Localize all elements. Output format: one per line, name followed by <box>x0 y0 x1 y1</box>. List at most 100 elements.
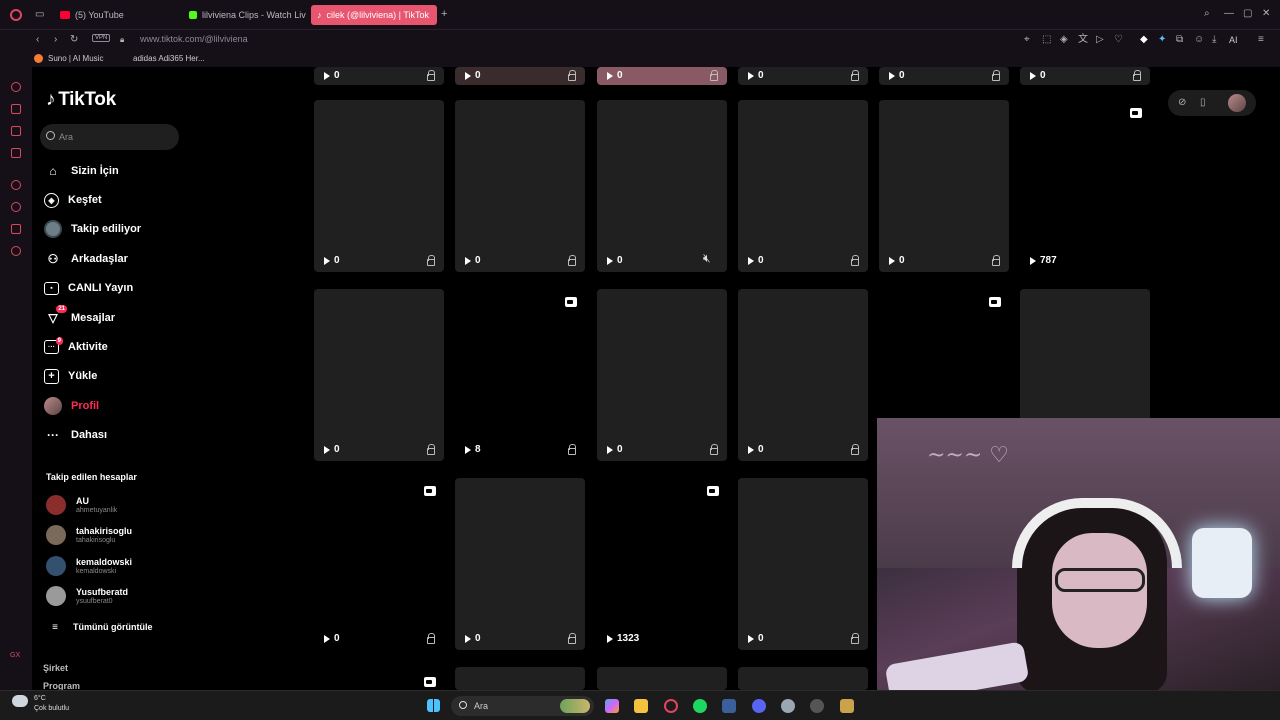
gx-label[interactable]: GX <box>10 652 20 659</box>
video-card[interactable]: 0 <box>879 100 1009 272</box>
video-card[interactable] <box>597 667 727 690</box>
menu-icon[interactable]: ≡ <box>1258 35 1264 45</box>
sidebar-settings-icon[interactable] <box>11 246 21 256</box>
nav-for-you[interactable]: ⌂ Sizin İçin <box>44 160 118 182</box>
video-card[interactable]: 0 🔇︎ <box>597 100 727 272</box>
tab-tiktok[interactable]: ♪ cilek (@lilviviena) | TikTok <box>311 5 437 25</box>
nav-friends[interactable]: ⚇ Arkadaşlar <box>44 248 128 270</box>
vpn-badge[interactable]: VPN <box>92 34 111 42</box>
sidebar-app-icon[interactable] <box>11 126 21 136</box>
video-card[interactable]: 787 <box>1020 100 1150 272</box>
play-icon[interactable]: ▷ <box>1096 35 1104 45</box>
compass-icon[interactable]: ⊘ <box>1178 98 1186 108</box>
download-icon[interactable]: ⤓ <box>1212 35 1216 45</box>
nav-explore[interactable]: ◈ Keşfet <box>44 189 102 211</box>
app-icon[interactable] <box>840 699 854 713</box>
video-card[interactable]: 0 <box>455 478 585 650</box>
video-card[interactable] <box>738 667 868 690</box>
heart-icon[interactable]: ♡ <box>1114 35 1123 45</box>
video-card[interactable]: 0 <box>597 289 727 461</box>
video-card[interactable]: 0 <box>597 67 727 85</box>
tiktok-logo[interactable]: ♪ TikTok <box>46 89 116 111</box>
video-card[interactable]: 0 <box>455 67 585 85</box>
video-card[interactable] <box>314 667 444 690</box>
video-card[interactable]: 0 <box>738 100 868 272</box>
nav-activity[interactable]: ··· 9 Aktivite <box>44 336 108 358</box>
opera-gx-icon[interactable] <box>664 699 678 713</box>
shield-icon[interactable]: ◈ <box>1060 35 1068 45</box>
account-icon[interactable]: ☺ <box>1194 35 1204 45</box>
bookmark-adidas[interactable]: adidas Adi365 Her... <box>133 54 205 63</box>
sidebar-cube-icon[interactable] <box>11 224 21 234</box>
following-account[interactable]: tahakirisoglu tahakirisoglu <box>46 523 132 547</box>
nav-live[interactable]: ▪ CANLI Yayın <box>44 277 133 299</box>
opera-logo-icon[interactable] <box>10 9 22 21</box>
video-card[interactable]: 0 <box>314 67 444 85</box>
spotify-icon[interactable] <box>693 699 707 713</box>
nav-profile[interactable]: Profil <box>44 395 99 417</box>
avatar[interactable] <box>1228 94 1246 112</box>
back-icon[interactable]: ‹ <box>36 35 39 45</box>
ai-button[interactable]: AI <box>1229 35 1238 45</box>
video-card[interactable]: 0 <box>1020 67 1150 85</box>
pin-icon[interactable]: ⌖ <box>1024 35 1030 45</box>
video-card[interactable] <box>455 667 585 690</box>
translate-icon[interactable]: 文 <box>1078 35 1088 45</box>
tab-kick[interactable]: lilviviena Clips - Watch Liv <box>183 5 308 25</box>
new-tab-icon[interactable]: + <box>441 9 447 20</box>
video-card[interactable]: 0 <box>455 100 585 272</box>
app-icon[interactable] <box>722 699 736 713</box>
see-all-button[interactable]: ≡ Tümünü görüntüle <box>50 616 152 638</box>
video-card[interactable]: 0 <box>314 100 444 272</box>
phone-icon[interactable]: ▯ <box>1200 98 1206 108</box>
copilot-icon[interactable] <box>605 699 619 713</box>
discord-icon[interactable] <box>752 699 766 713</box>
settings-icon[interactable] <box>781 699 795 713</box>
extension-icon[interactable]: ✦ <box>1158 35 1166 45</box>
close-icon[interactable]: ✕ <box>1262 9 1270 19</box>
video-card[interactable]: 1323 <box>597 478 727 650</box>
url-field[interactable]: www.tiktok.com/@lilviviena <box>140 34 248 44</box>
video-card[interactable] <box>879 289 1009 418</box>
video-card[interactable] <box>1020 289 1150 418</box>
sidebar-app-icon[interactable] <box>11 148 21 158</box>
search-input[interactable]: Ara <box>40 124 179 150</box>
search-tabs-icon[interactable]: ⌕ <box>1204 9 1210 19</box>
minimize-icon[interactable]: — <box>1224 9 1234 19</box>
sidebar-app-icon[interactable] <box>11 82 21 92</box>
video-card[interactable]: 0 <box>738 289 868 461</box>
windows-start-icon[interactable] <box>427 699 440 712</box>
sidebar-player-icon[interactable] <box>11 180 21 190</box>
video-card[interactable]: 0 <box>879 67 1009 85</box>
sidebar-history-icon[interactable] <box>11 202 21 212</box>
reload-icon[interactable]: ↻ <box>70 35 78 45</box>
bookmark-suno[interactable]: Suno | AI Music <box>48 54 103 63</box>
video-card[interactable]: 0 <box>314 478 444 650</box>
video-card[interactable]: 0 <box>314 289 444 461</box>
maximize-icon[interactable]: ▢ <box>1243 9 1252 19</box>
video-card[interactable]: 0 <box>738 67 868 85</box>
video-card[interactable]: 0 <box>738 478 868 650</box>
weather-widget[interactable]: 6°C Çok bulutlu <box>34 694 69 714</box>
tab-menu-icon[interactable]: ▭ <box>35 10 44 20</box>
sidebar-app-icon[interactable] <box>11 104 21 114</box>
forward-icon[interactable]: › <box>54 35 57 45</box>
nav-following[interactable]: Takip ediliyor <box>44 218 141 240</box>
tab-youtube[interactable]: (5) YouTube <box>54 5 179 25</box>
following-account[interactable]: kemaldowski kemaldowski <box>46 554 132 578</box>
file-explorer-icon[interactable] <box>634 699 648 713</box>
mute-icon[interactable]: 🔇︎ <box>703 251 711 266</box>
footer-company[interactable]: Şirket <box>43 663 68 673</box>
extension-icon[interactable]: ◆ <box>1140 35 1148 45</box>
following-account[interactable]: Yusufberatd ysuufberat0 <box>46 584 128 608</box>
puzzle-icon[interactable]: ⧉ <box>1176 35 1183 45</box>
nav-more[interactable]: ··· Dahası <box>44 424 107 446</box>
footer-program[interactable]: Program <box>43 681 80 690</box>
video-card[interactable]: 8 <box>455 289 585 461</box>
nav-upload[interactable]: + Yükle <box>44 365 97 387</box>
nav-messages[interactable]: ▽ 21 Mesajlar <box>44 305 115 329</box>
following-account[interactable]: AU ahmetuyanlik <box>46 493 117 517</box>
snapshot-icon[interactable]: ⬚ <box>1042 35 1051 45</box>
app-icon[interactable] <box>810 699 824 713</box>
taskbar-search[interactable]: Ara <box>451 696 594 716</box>
